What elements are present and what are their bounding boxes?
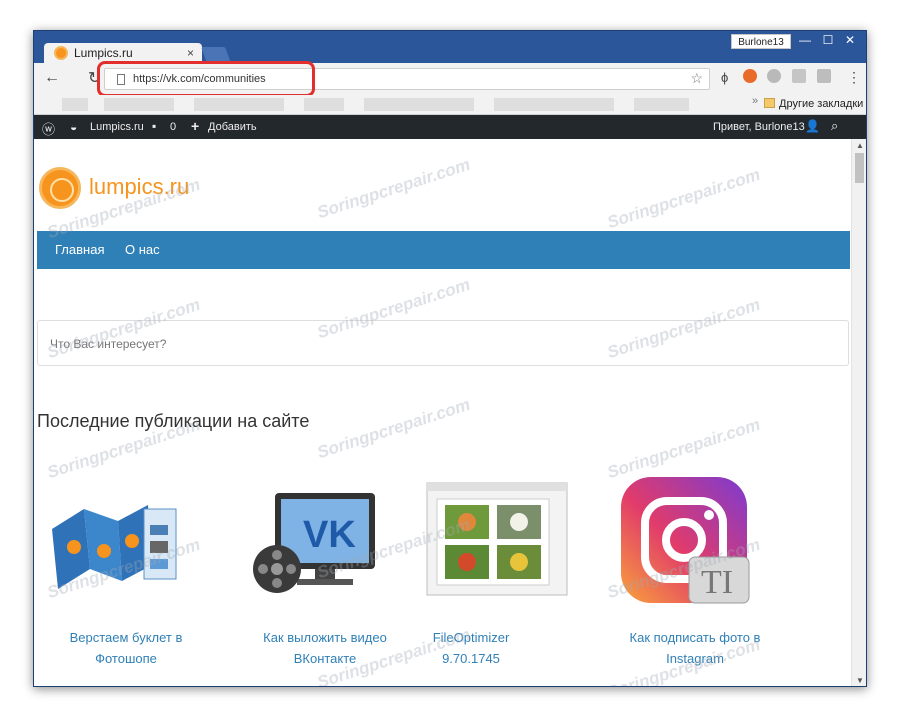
extension-box-icon[interactable] bbox=[792, 69, 806, 83]
other-bookmarks[interactable]: Другие закладки bbox=[764, 98, 863, 110]
admin-site-name[interactable]: Lumpics.ru bbox=[90, 121, 144, 133]
wordpress-icon[interactable]: ⓦ bbox=[42, 119, 55, 138]
bookmark-item[interactable] bbox=[304, 98, 344, 111]
tab-close-icon[interactable]: × bbox=[187, 43, 194, 63]
orange-logo-icon[interactable] bbox=[39, 167, 81, 209]
scroll-down-icon[interactable]: ▼ bbox=[856, 676, 864, 685]
bookmark-item[interactable] bbox=[494, 98, 614, 111]
user-avatar-icon[interactable]: 👤 bbox=[805, 119, 820, 133]
post-title-line[interactable]: Верстаем буклет в bbox=[36, 627, 216, 648]
profile-button[interactable]: Burlone13 bbox=[731, 34, 791, 49]
bookmarks-bar: » Другие закладки bbox=[34, 95, 866, 115]
vertical-scrollbar[interactable]: ▲ ▼ bbox=[851, 139, 866, 686]
post-title-line[interactable]: 9.70.1745 bbox=[381, 648, 561, 669]
search-icon[interactable]: ⌕ bbox=[831, 118, 838, 134]
bookmark-item[interactable] bbox=[634, 98, 689, 111]
post-title-line[interactable]: FileOptimizer bbox=[381, 627, 561, 648]
post-title[interactable]: Как подписать фото в Instagram bbox=[605, 627, 785, 669]
svg-text:VK: VK bbox=[303, 514, 356, 556]
watermark: Soringpcrepair.com bbox=[314, 154, 473, 223]
post-card[interactable]: VK Как выложить видео ВКонтакте bbox=[235, 469, 415, 666]
other-bookmarks-label: Другие закладки bbox=[779, 98, 864, 110]
instagram-thumbnail[interactable]: TI bbox=[605, 469, 785, 609]
extension-icon[interactable]: ϕ bbox=[721, 70, 728, 85]
fileoptimizer-thumbnail[interactable] bbox=[425, 469, 605, 609]
post-title-line[interactable]: Как подписать фото в bbox=[605, 627, 785, 648]
scroll-thumb[interactable] bbox=[855, 153, 864, 183]
browser-tab[interactable]: Lumpics.ru × bbox=[44, 43, 202, 63]
post-card[interactable]: FileOptimizer 9.70.1745 bbox=[425, 469, 605, 666]
bookmark-item[interactable] bbox=[364, 98, 474, 111]
post-title[interactable]: Верстаем буклет в Фотошопе bbox=[36, 627, 216, 669]
post-title-line[interactable]: Instagram bbox=[605, 648, 785, 669]
post-title[interactable]: FileOptimizer 9.70.1745 bbox=[381, 627, 561, 669]
search-input[interactable] bbox=[50, 336, 830, 352]
post-card[interactable]: TI Как подписать фото в Instagram bbox=[605, 469, 785, 666]
bookmark-item[interactable] bbox=[62, 98, 88, 111]
greeting-text[interactable]: Привет, Burlone13 bbox=[713, 121, 805, 133]
bookmark-item[interactable] bbox=[194, 98, 284, 111]
address-highlight-frame bbox=[97, 61, 315, 97]
post-card[interactable]: Верстаем буклет в Фотошопе bbox=[36, 469, 216, 666]
nav-home[interactable]: Главная bbox=[55, 242, 104, 257]
title-bar: Lumpics.ru × Burlone13 — ☐ ✕ bbox=[34, 31, 866, 63]
comment-icon[interactable]: ▪ bbox=[152, 119, 156, 133]
watermark: Soringpcrepair.com bbox=[314, 394, 473, 463]
extension-orange-icon[interactable] bbox=[743, 69, 757, 83]
lumpics-favicon-icon bbox=[54, 46, 68, 60]
bookmark-star-icon[interactable]: ☆ bbox=[690, 70, 703, 87]
dashboard-icon[interactable]: ◒ bbox=[70, 120, 77, 134]
web-page: lumpics.ru Главная О нас Последние публи… bbox=[34, 139, 851, 686]
tab-title: Lumpics.ru bbox=[74, 46, 133, 60]
bookmark-item[interactable] bbox=[104, 98, 174, 111]
extension-image-icon[interactable] bbox=[817, 69, 831, 83]
site-search[interactable] bbox=[37, 320, 849, 366]
comments-count[interactable]: 0 bbox=[170, 121, 176, 133]
browser-window: Lumpics.ru × Burlone13 — ☐ ✕ ← ↻ ☆ ϕ ⋮ »… bbox=[33, 30, 867, 687]
close-window-icon[interactable]: ✕ bbox=[833, 31, 866, 49]
post-title-line[interactable]: Фотошопе bbox=[36, 648, 216, 669]
scroll-up-icon[interactable]: ▲ bbox=[856, 141, 864, 150]
back-arrow-icon[interactable]: ← bbox=[44, 69, 60, 87]
section-title: Последние публикации на сайте bbox=[37, 411, 310, 431]
folder-icon bbox=[764, 98, 775, 108]
watermark: Soringpcrepair.com bbox=[604, 164, 763, 233]
menu-dots-icon[interactable]: ⋮ bbox=[847, 69, 861, 86]
site-logo-text[interactable]: lumpics.ru bbox=[89, 174, 189, 200]
wp-admin-bar: ⓦ ◒ Lumpics.ru ▪ 0 + Добавить Привет, Bu… bbox=[34, 115, 866, 139]
bookmarks-overflow-icon[interactable]: » bbox=[752, 95, 758, 107]
svg-text:TI: TI bbox=[701, 564, 733, 601]
booklet-thumbnail[interactable] bbox=[36, 469, 216, 609]
main-nav: Главная О нас bbox=[37, 231, 850, 269]
vk-video-thumbnail[interactable]: VK bbox=[235, 469, 415, 609]
extension-globe-icon[interactable] bbox=[767, 69, 781, 83]
nav-about[interactable]: О нас bbox=[125, 242, 160, 257]
add-new-link[interactable]: Добавить bbox=[208, 121, 257, 133]
plus-icon[interactable]: + bbox=[191, 118, 199, 134]
